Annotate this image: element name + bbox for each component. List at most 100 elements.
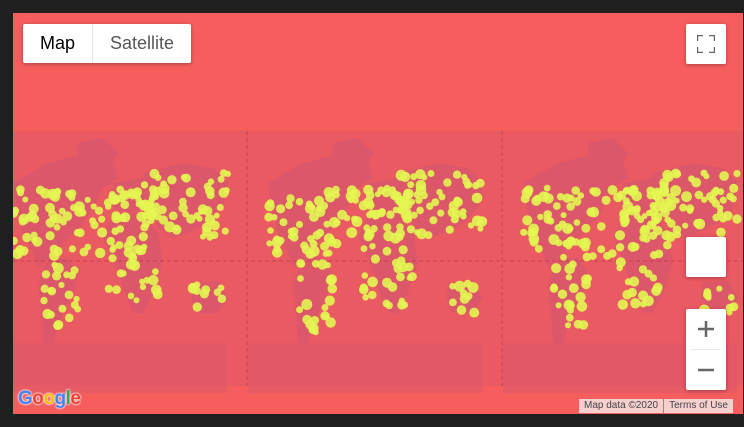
heatmap-point [40, 296, 48, 305]
heatmap-point [151, 284, 162, 296]
heatmap-point [307, 235, 315, 243]
zoom-in-button[interactable] [686, 309, 726, 349]
heatmap-point [171, 225, 182, 235]
heatmap-point [382, 299, 391, 308]
heatmap-point [597, 245, 606, 254]
heatmap-point [402, 213, 413, 224]
map-data-attribution: Map data ©2020 [579, 399, 664, 413]
heatmap-point [649, 207, 659, 217]
heatmap-point [563, 299, 575, 311]
heatmap-point [705, 294, 712, 301]
heatmap-point [345, 191, 356, 201]
heatmap-point [568, 260, 577, 269]
heatmap-point [95, 247, 106, 259]
zoom-out-button[interactable] [686, 350, 726, 390]
heatmap-point [374, 191, 381, 198]
heatmap-point [53, 188, 61, 197]
heatmap-point [362, 294, 369, 301]
fullscreen-button[interactable] [686, 24, 726, 64]
heatmap-point [464, 292, 473, 300]
heatmap-point [694, 190, 704, 200]
heatmap-point [575, 292, 586, 303]
heatmap-point [106, 236, 116, 246]
heatmap-point [521, 187, 533, 199]
heatmap-point [302, 314, 312, 325]
heatmap-point [305, 200, 313, 208]
heatmap-point [667, 219, 676, 228]
heatmap-point [116, 269, 125, 278]
heatmap-point [452, 170, 462, 179]
heatmap-point [108, 254, 117, 263]
heatmap-point [70, 300, 79, 309]
heatmap-point [627, 241, 638, 252]
heatmap-point [133, 297, 140, 304]
heatmap-point [673, 170, 682, 178]
map-type-satellite-button[interactable]: Satellite [92, 24, 191, 63]
heatmap-point [659, 187, 670, 197]
heatmap-point [132, 244, 143, 254]
heatmap-point [469, 307, 480, 318]
heatmap-point [70, 266, 79, 275]
google-logo[interactable]: Google [18, 388, 81, 410]
heatmap-point [475, 178, 485, 188]
heatmap-point [403, 200, 413, 210]
heatmap-point [68, 245, 76, 253]
heatmap-point [398, 245, 408, 255]
heatmap-point [221, 227, 229, 235]
heatmap-point [562, 193, 572, 203]
heatmap-point [264, 212, 274, 222]
heatmap-point [706, 192, 715, 201]
heatmap-point [414, 229, 420, 236]
heatmap-point [396, 272, 405, 282]
heatmap-point [622, 289, 632, 300]
heatmap-point [111, 227, 119, 235]
heatmap-point [368, 209, 376, 217]
heatmap-point [396, 233, 404, 241]
fullscreen-icon [697, 35, 715, 53]
heatmap-point [97, 227, 108, 238]
heatmap-point [45, 231, 55, 241]
heatmap-point [424, 231, 433, 240]
heatmap-point [193, 212, 201, 220]
heatmap-point [568, 283, 579, 293]
heatmap-point [337, 209, 348, 220]
heatmap-point [476, 216, 488, 227]
heatmap-point [630, 298, 641, 309]
terms-of-use-link[interactable]: Terms of Use [664, 399, 733, 413]
heatmap-point [664, 172, 674, 182]
heatmap-point [654, 249, 664, 259]
heatmap-point [633, 205, 641, 212]
heatmap-point [53, 321, 62, 330]
heatmap-point [272, 247, 283, 258]
heatmap-point [209, 220, 220, 231]
heatmap-point [682, 222, 689, 229]
heatmap-point [396, 223, 404, 231]
heatmap-point [32, 236, 43, 247]
map-tiles[interactable] [13, 13, 743, 414]
map-type-map-button[interactable]: Map [23, 24, 92, 63]
heatmap-point [652, 282, 663, 293]
heatmap-point [90, 220, 99, 230]
heatmap-point [614, 230, 626, 241]
street-view-pegman-button[interactable] [686, 237, 726, 277]
heatmap-point [693, 219, 702, 228]
heatmap-point [552, 202, 561, 210]
heatmap-point [359, 284, 369, 295]
heatmap-point [581, 223, 591, 233]
heatmap-point [323, 187, 334, 198]
map-canvas[interactable]: Map Satellite Google Map data ©2020 Term… [13, 13, 743, 414]
heatmap-point [264, 200, 275, 212]
heatmap-point [153, 186, 162, 196]
heatmap-point [617, 299, 628, 310]
heatmap-point [216, 203, 224, 212]
heatmap-point [725, 303, 734, 313]
heatmap-point [719, 171, 729, 181]
heatmap-point [205, 186, 215, 196]
heatmap-point [471, 192, 483, 204]
heatmap-point [185, 187, 196, 198]
heatmap-point [621, 216, 630, 226]
heatmap-point [712, 213, 721, 222]
heatmap-point [301, 299, 313, 310]
heatmap-point [28, 203, 39, 214]
heatmap-point [367, 276, 378, 288]
